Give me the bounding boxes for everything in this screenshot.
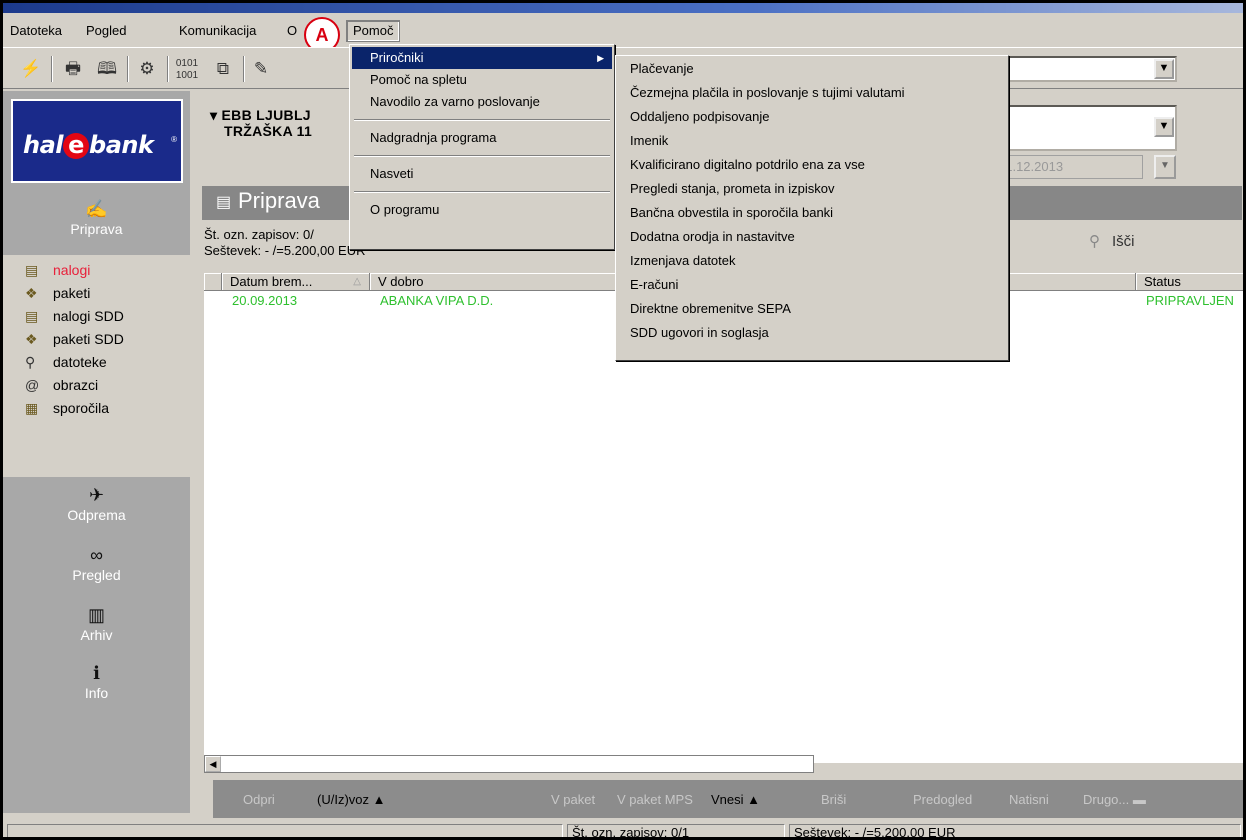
menu-o[interactable]: O bbox=[284, 22, 300, 40]
edit-icon[interactable]: ✎ bbox=[247, 56, 275, 82]
open-button[interactable]: Odpri bbox=[243, 792, 275, 807]
menu-item-prirocniki[interactable]: Priročniki ▶ bbox=[352, 47, 612, 69]
copy-icon[interactable]: ⧉ bbox=[209, 56, 237, 82]
print-button[interactable]: Natisni bbox=[1009, 792, 1049, 807]
book-icon[interactable]: 🕮 bbox=[93, 56, 121, 82]
sync-icon[interactable]: ⚙ bbox=[133, 56, 161, 82]
to-package-mps-button[interactable]: V paket MPS bbox=[617, 792, 693, 807]
column-header-date[interactable]: Datum brem... △ bbox=[222, 273, 370, 291]
date-field[interactable]: 31.12.2013 bbox=[993, 155, 1143, 179]
section-priprava[interactable]: ✍ Priprava bbox=[3, 197, 190, 237]
connect-icon[interactable]: ⚡ bbox=[17, 56, 45, 82]
status-total: Seštevek: - /=5.200,00 EUR bbox=[789, 824, 1241, 837]
menu-komunikacija[interactable]: Komunikacija bbox=[176, 22, 259, 40]
message-icon: ▦ bbox=[25, 400, 39, 416]
paperclip-icon: @ bbox=[25, 377, 40, 393]
search-icon: ⚲ bbox=[1089, 233, 1100, 250]
prirocniki-submenu: Plačevanje Čezmejna plačila in poslovanj… bbox=[615, 55, 1009, 361]
section-odprema[interactable]: ✈ Odprema bbox=[3, 483, 190, 523]
sidebar-item-sporocila[interactable]: ▦ sporočila bbox=[25, 397, 109, 419]
search-button[interactable]: ⚲ Išči bbox=[1089, 232, 1135, 250]
order-icon: ▤ bbox=[216, 194, 232, 211]
order-icon: ▤ bbox=[25, 262, 39, 278]
magnifier-icon: ⚲ bbox=[25, 354, 36, 370]
print-icon[interactable]: 🖶 bbox=[59, 56, 87, 82]
status-record-count: Št. ozn. zapisov: 0/1 bbox=[567, 824, 785, 837]
section-pregled[interactable]: ∞ Pregled bbox=[3, 543, 190, 583]
menu-pomoc[interactable]: Pomoč bbox=[346, 20, 401, 42]
sidebar-item-paketi[interactable]: ❖ paketi bbox=[25, 282, 90, 304]
enter-button[interactable]: Vnesi ▲ bbox=[711, 792, 760, 807]
status-bar: Št. ozn. zapisov: 0/1 Seštevek: - /=5.20… bbox=[3, 821, 1243, 837]
chevron-down-icon[interactable]: ▼ bbox=[1154, 59, 1174, 79]
title-bar bbox=[3, 3, 1243, 13]
sidebar-item-nalogi[interactable]: ▤ nalogi bbox=[25, 259, 90, 281]
to-package-button[interactable]: V paket bbox=[551, 792, 595, 807]
sidebar-item-paketi-sdd[interactable]: ❖ paketi SDD bbox=[25, 328, 124, 350]
horizontal-scrollbar[interactable]: ◀ bbox=[204, 755, 814, 773]
record-count: Št. ozn. zapisov: 0/ bbox=[204, 227, 314, 242]
preview-button[interactable]: Predogled bbox=[913, 792, 972, 807]
submenu-item-oddaljeno-podpisovanje[interactable]: Oddaljeno podpisovanje bbox=[618, 106, 1006, 128]
help-menu: Priročniki ▶ Pomoč na spletu Navodilo za … bbox=[349, 44, 615, 250]
menu-item-pomoc-na-spletu[interactable]: Pomoč na spletu bbox=[352, 69, 612, 91]
menu-datoteka[interactable]: Datoteka bbox=[7, 22, 65, 40]
row-credit: ABANKA VIPA D.D. bbox=[380, 293, 494, 308]
sidebar: hal e bank ® ✍ Priprava ▤ nalogi ❖ paketi ▤ n… bbox=[3, 91, 190, 813]
import-export-button[interactable]: (U/Iz)voz ▲ bbox=[317, 792, 385, 807]
row-status: PRIPRAVLJEN bbox=[1146, 293, 1234, 308]
submenu-item-pregledi-stanja[interactable]: Pregledi stanja, prometa in izpiskov bbox=[618, 178, 1006, 200]
submenu-item-izmenjava-datotek[interactable]: Izmenjava datotek bbox=[618, 250, 1006, 272]
menu-pogled[interactable]: Pogled bbox=[83, 22, 129, 40]
sidebar-item-nalogi-sdd[interactable]: ▤ nalogi SDD bbox=[25, 305, 124, 327]
package-icon: ❖ bbox=[25, 331, 38, 347]
date-dropdown-button[interactable]: ▼ bbox=[1154, 155, 1176, 179]
menu-item-nasveti[interactable]: Nasveti bbox=[352, 163, 612, 185]
sort-up-icon: △ bbox=[353, 276, 361, 287]
order-icon: ▤ bbox=[25, 308, 39, 324]
menu-item-o-programu[interactable]: O programu bbox=[352, 199, 612, 221]
page-title: Priprava bbox=[238, 188, 320, 213]
chevron-right-icon: ▶ bbox=[597, 53, 604, 63]
send-icon: ✈ bbox=[88, 485, 105, 505]
delete-button[interactable]: Briši bbox=[821, 792, 846, 807]
menu-bar: Datoteka Pogled Komunikacija O Pomoč bbox=[3, 17, 1243, 45]
submenu-item-direktne-obremenitve[interactable]: Direktne obremenitve SEPA bbox=[618, 298, 1006, 320]
submenu-item-sdd-ugovori[interactable]: SDD ugovori in soglasja bbox=[618, 322, 1006, 344]
info-icon: ℹ bbox=[93, 663, 100, 683]
binary-icon[interactable]: 0101 1001 bbox=[173, 56, 201, 82]
section-arhiv[interactable]: ▥ Arhiv bbox=[3, 603, 190, 643]
halcom-bank-logo: hal e bank ® bbox=[11, 99, 183, 183]
application-window: Datoteka Pogled Komunikacija O Pomoč A ⚡… bbox=[0, 0, 1246, 840]
binoculars-icon: ∞ bbox=[90, 545, 103, 565]
sidebar-item-datoteke[interactable]: ⚲ datoteke bbox=[25, 351, 107, 373]
column-header-status[interactable]: Status bbox=[1136, 273, 1243, 291]
priprava-list: ▤ nalogi ❖ paketi ▤ nalogi SDD ❖ paketi SDD … bbox=[3, 255, 190, 477]
submenu-item-dodatna-orodja[interactable]: Dodatna orodja in nastavitve bbox=[618, 226, 1006, 248]
total-amount: Seštevek: - /=5.200,00 EUR bbox=[204, 243, 366, 258]
menu-item-navodilo[interactable]: Navodilo za varno poslovanje bbox=[352, 91, 612, 113]
scroll-left-icon[interactable]: ◀ bbox=[205, 756, 221, 772]
submenu-item-imenik[interactable]: Imenik bbox=[618, 130, 1006, 152]
sidebar-item-obrazci[interactable]: @ obrazci bbox=[25, 374, 98, 396]
document-edit-icon: ✍ bbox=[85, 199, 108, 219]
submenu-item-digitalno-potrdilo[interactable]: Kvalificirano digitalno potdrilo ena za … bbox=[618, 154, 1006, 176]
submenu-item-bancna-obvestila[interactable]: Bančna obvestila in sporočila banki bbox=[618, 202, 1006, 224]
account-select[interactable]: ▼ bbox=[993, 56, 1177, 82]
other-button[interactable]: Drugo... ▬ bbox=[1083, 792, 1146, 807]
bank-select[interactable]: ▼ bbox=[993, 105, 1177, 151]
package-icon: ❖ bbox=[25, 285, 38, 301]
submenu-item-cezmejna-placila[interactable]: Čezmejna plačila in poslovanje s tujimi … bbox=[618, 82, 1006, 104]
archive-icon: ▥ bbox=[87, 605, 105, 625]
menu-item-nadgradnja[interactable]: Nadgradnja programa bbox=[352, 127, 612, 149]
section-info[interactable]: ℹ Info bbox=[3, 661, 190, 701]
row-date: 20.09.2013 bbox=[232, 293, 298, 308]
bank-header: ▾ EBB LJUBLJ TRŽAŠKA 11 bbox=[210, 107, 313, 139]
submenu-item-e-racuni[interactable]: E-računi bbox=[618, 274, 1006, 296]
submenu-item-placevanje[interactable]: Plačevanje bbox=[618, 58, 1006, 80]
chevron-down-icon[interactable]: ▼ bbox=[1154, 117, 1174, 137]
action-bar: Odpri (U/Iz)voz ▲ V paket V paket MPS Vn… bbox=[213, 780, 1243, 818]
